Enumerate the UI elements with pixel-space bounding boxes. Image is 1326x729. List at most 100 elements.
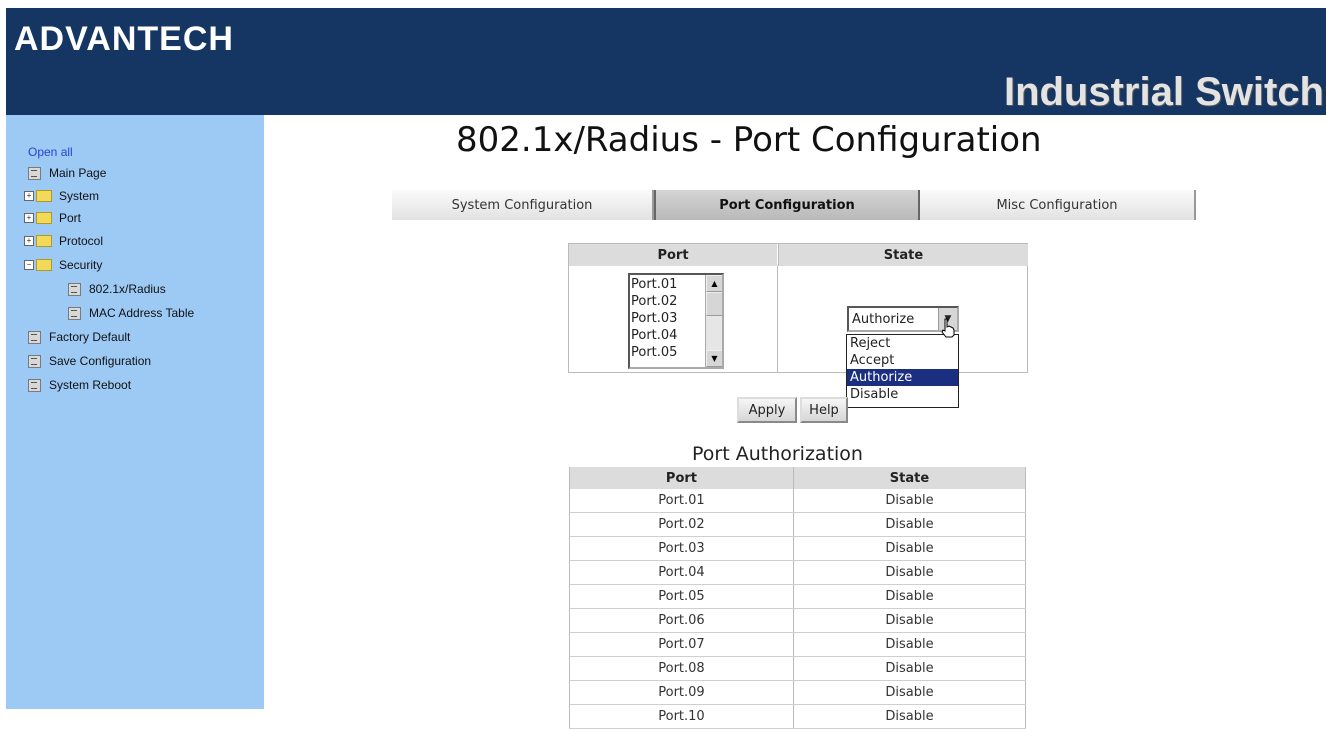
port-cell: Port.10 — [569, 704, 794, 729]
page-title: 802.1x/Radius - Port Configuration — [456, 120, 1042, 160]
tab-misc-configuration[interactable]: Misc Configuration — [920, 190, 1196, 220]
table-row: Port.07 Disable — [569, 632, 1027, 657]
sidebar-item-8021x-radius[interactable]: 802.1x/Radius — [68, 279, 166, 299]
port-cell: Port.03 — [569, 536, 794, 561]
state-cell: Disable — [792, 656, 1027, 681]
state-cell: Disable — [792, 536, 1027, 561]
listbox-scrollbar[interactable]: ▲ ▼ — [705, 275, 722, 367]
scroll-down-arrow-icon[interactable]: ▼ — [706, 350, 722, 367]
help-button[interactable]: Help — [800, 397, 848, 423]
sidebar-item-label: System Reboot — [49, 378, 132, 392]
tab-bar: System Configuration Port Configuration … — [392, 190, 1198, 220]
port-cell: Port.09 — [569, 680, 794, 705]
collapse-minus-icon[interactable]: − — [24, 260, 34, 270]
table-row: Port.02 Disable — [569, 512, 1027, 537]
page-icon — [68, 306, 81, 320]
sidebar-item-security[interactable]: − Security — [24, 255, 102, 275]
page-icon — [28, 330, 41, 344]
advantech-logo: ADVANTECH — [14, 20, 234, 58]
sidebar-item-factory-default[interactable]: Factory Default — [28, 327, 130, 347]
column-header-port: Port — [569, 467, 794, 489]
folder-icon — [36, 212, 52, 224]
scroll-up-arrow-icon[interactable]: ▲ — [706, 275, 722, 292]
open-all-link[interactable]: Open all — [28, 145, 73, 159]
sidebar-item-save-configuration[interactable]: Save Configuration — [28, 351, 151, 371]
scroll-thumb[interactable] — [706, 292, 722, 316]
tab-system-configuration[interactable]: System Configuration — [392, 190, 654, 220]
table-row: Port.10 Disable — [569, 704, 1027, 729]
port-config-table: Port State Port.01 Port.02 Port.03 Port.… — [568, 243, 1028, 373]
port-cell: Port.05 — [569, 584, 794, 609]
column-header-port: Port — [569, 244, 777, 266]
sidebar-nav: Open all Main Page + System + Port + Pro… — [6, 115, 264, 709]
state-cell: Disable — [792, 584, 1027, 609]
sidebar-item-label: MAC Address Table — [89, 306, 195, 320]
state-dropdown-list[interactable]: Reject Accept Authorize Disable — [846, 334, 959, 408]
sidebar-item-system-reboot[interactable]: System Reboot — [28, 375, 131, 395]
apply-button[interactable]: Apply — [737, 397, 797, 423]
port-authorization-title: Port Authorization — [692, 443, 863, 465]
state-select-value: Authorize — [852, 311, 915, 327]
hand-cursor-icon — [941, 318, 955, 338]
sidebar-item-label: Port — [59, 211, 82, 225]
column-header-state: State — [792, 467, 1027, 489]
sidebar-item-label: System — [59, 189, 100, 203]
sidebar-item-label: Factory Default — [49, 330, 131, 344]
state-cell: Disable — [792, 704, 1027, 729]
sidebar-item-label: Protocol — [59, 234, 104, 248]
sidebar-item-label: 802.1x/Radius — [89, 282, 166, 296]
port-cell: Port.02 — [569, 512, 794, 537]
product-title: Industrial Switch — [1003, 70, 1324, 114]
state-cell: Disable — [792, 489, 1027, 513]
sidebar-item-mac-address-table[interactable]: MAC Address Table — [68, 303, 194, 323]
sidebar-item-protocol[interactable]: + Protocol — [24, 231, 103, 251]
port-cell: Port.04 — [569, 560, 794, 585]
header-bar: ADVANTECH Industrial Switch — [6, 8, 1326, 115]
expand-plus-icon[interactable]: + — [24, 236, 34, 246]
state-cell: Disable — [792, 560, 1027, 585]
port-option[interactable]: Port.05 — [631, 345, 677, 361]
expand-plus-icon[interactable]: + — [24, 213, 34, 223]
page-icon — [28, 378, 41, 392]
table-header-row: Port State — [569, 467, 1027, 489]
expand-plus-icon[interactable]: + — [24, 191, 34, 201]
table-row: Port.03 Disable — [569, 536, 1027, 561]
port-option[interactable]: Port.02 — [631, 294, 677, 310]
tab-port-configuration[interactable]: Port Configuration — [654, 190, 920, 220]
table-row: Port.04 Disable — [569, 560, 1027, 585]
dropdown-option-authorize[interactable]: Authorize — [847, 369, 958, 386]
port-cell: Port.08 — [569, 656, 794, 681]
port-option[interactable]: Port.04 — [631, 328, 677, 344]
page-icon — [28, 166, 41, 180]
column-divider — [777, 266, 778, 372]
state-cell: Disable — [792, 608, 1027, 633]
port-cell: Port.07 — [569, 632, 794, 657]
sidebar-item-port[interactable]: + Port — [24, 208, 81, 228]
sidebar-item-label: Save Configuration — [49, 354, 152, 368]
table-row: Port.05 Disable — [569, 584, 1027, 609]
port-cell: Port.06 — [569, 608, 794, 633]
port-option[interactable]: Port.01 — [631, 277, 677, 293]
state-cell: Disable — [792, 512, 1027, 537]
column-header-state: State — [778, 244, 1028, 266]
port-authorization-table: Port State Port.01 Disable Port.02 Disable… — [569, 467, 1027, 729]
folder-icon — [36, 190, 52, 202]
state-cell: Disable — [792, 632, 1027, 657]
page-icon — [28, 354, 41, 368]
folder-icon — [36, 235, 52, 247]
port-option[interactable]: Port.03 — [631, 311, 677, 327]
sidebar-item-system[interactable]: + System — [24, 186, 99, 206]
page-icon — [68, 282, 81, 296]
sidebar-item-main-page[interactable]: Main Page — [28, 163, 106, 183]
state-cell: Disable — [792, 680, 1027, 705]
table-row: Port.01 Disable — [569, 489, 1027, 513]
folder-open-icon — [36, 259, 52, 271]
port-cell: Port.01 — [569, 489, 794, 513]
port-listbox[interactable]: Port.01 Port.02 Port.03 Port.04 Port.05 … — [628, 273, 724, 369]
table-row: Port.09 Disable — [569, 680, 1027, 705]
table-row: Port.08 Disable — [569, 656, 1027, 681]
dropdown-option-accept[interactable]: Accept — [847, 352, 958, 369]
sidebar-item-label: Security — [59, 258, 103, 272]
dropdown-option-disable[interactable]: Disable — [847, 386, 958, 403]
sidebar-item-label: Main Page — [49, 166, 107, 180]
